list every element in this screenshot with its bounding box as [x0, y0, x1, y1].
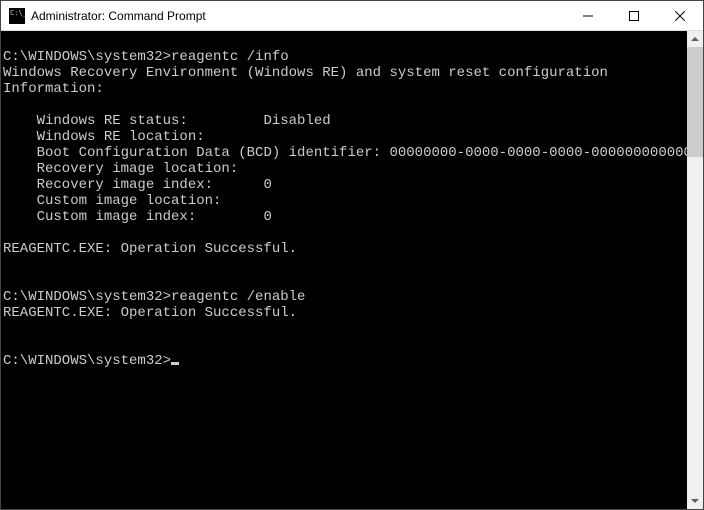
field-label: Recovery image index: [3, 177, 263, 193]
field-value: 00000000-0000-0000-0000-000000000000 [389, 145, 687, 161]
vertical-scrollbar[interactable] [687, 31, 703, 509]
cmd-icon [9, 8, 25, 24]
prompt-path: C:\WINDOWS\system32> [3, 49, 171, 65]
minimize-button[interactable] [565, 1, 611, 30]
scroll-thumb[interactable] [687, 47, 703, 157]
blank-line [3, 257, 687, 273]
close-button[interactable] [657, 1, 703, 30]
window-controls [565, 1, 703, 30]
maximize-icon [629, 11, 639, 21]
prompt-path: C:\WINDOWS\system32> [3, 353, 171, 369]
maximize-button[interactable] [611, 1, 657, 30]
chevron-down-icon [691, 499, 699, 503]
field-value: 0 [263, 177, 271, 193]
field-value: 0 [263, 209, 271, 225]
titlebar[interactable]: Administrator: Command Prompt [1, 1, 703, 31]
output-line: Windows RE status: Disabled [3, 113, 687, 129]
blank-line [3, 97, 687, 113]
blank-line [3, 225, 687, 241]
command-prompt-window: Administrator: Command Prompt C:\WINDOWS… [0, 0, 704, 510]
output-line: REAGENTC.EXE: Operation Successful. [3, 305, 687, 321]
terminal-area[interactable]: C:\WINDOWS\system32>reagentc /infoWindow… [1, 31, 687, 509]
blank-line [3, 321, 687, 337]
blank-line [3, 337, 687, 353]
output-line: Custom image index: 0 [3, 209, 687, 225]
output-line: Recovery image index: 0 [3, 177, 687, 193]
window-title: Administrator: Command Prompt [31, 9, 565, 23]
output-line: Information: [3, 81, 687, 97]
command-text: reagentc /info [171, 49, 289, 65]
window-content: C:\WINDOWS\system32>reagentc /infoWindow… [1, 31, 703, 509]
field-label: Windows RE status: [3, 113, 263, 129]
minimize-icon [583, 11, 593, 21]
output-line: Recovery image location: [3, 161, 687, 177]
prompt-path: C:\WINDOWS\system32> [3, 289, 171, 305]
scroll-down-button[interactable] [687, 493, 703, 509]
field-label: Boot Configuration Data (BCD) identifier… [3, 145, 389, 161]
output-line: Windows RE location: [3, 129, 687, 145]
output-line: REAGENTC.EXE: Operation Successful. [3, 241, 687, 257]
chevron-up-icon [691, 37, 699, 41]
command-text: reagentc /enable [171, 289, 305, 305]
field-label: Custom image index: [3, 209, 263, 225]
prompt-line: C:\WINDOWS\system32>reagentc /info [3, 49, 687, 65]
prompt-line: C:\WINDOWS\system32> [3, 353, 687, 369]
cursor-icon [171, 362, 179, 365]
output-line: Custom image location: [3, 193, 687, 209]
output-line: Boot Configuration Data (BCD) identifier… [3, 145, 687, 161]
field-value: Disabled [263, 113, 330, 129]
scroll-up-button[interactable] [687, 31, 703, 47]
close-icon [675, 11, 685, 21]
blank-line [3, 33, 687, 49]
prompt-line: C:\WINDOWS\system32>reagentc /enable [3, 289, 687, 305]
blank-line [3, 273, 687, 289]
output-line: Windows Recovery Environment (Windows RE… [3, 65, 687, 81]
